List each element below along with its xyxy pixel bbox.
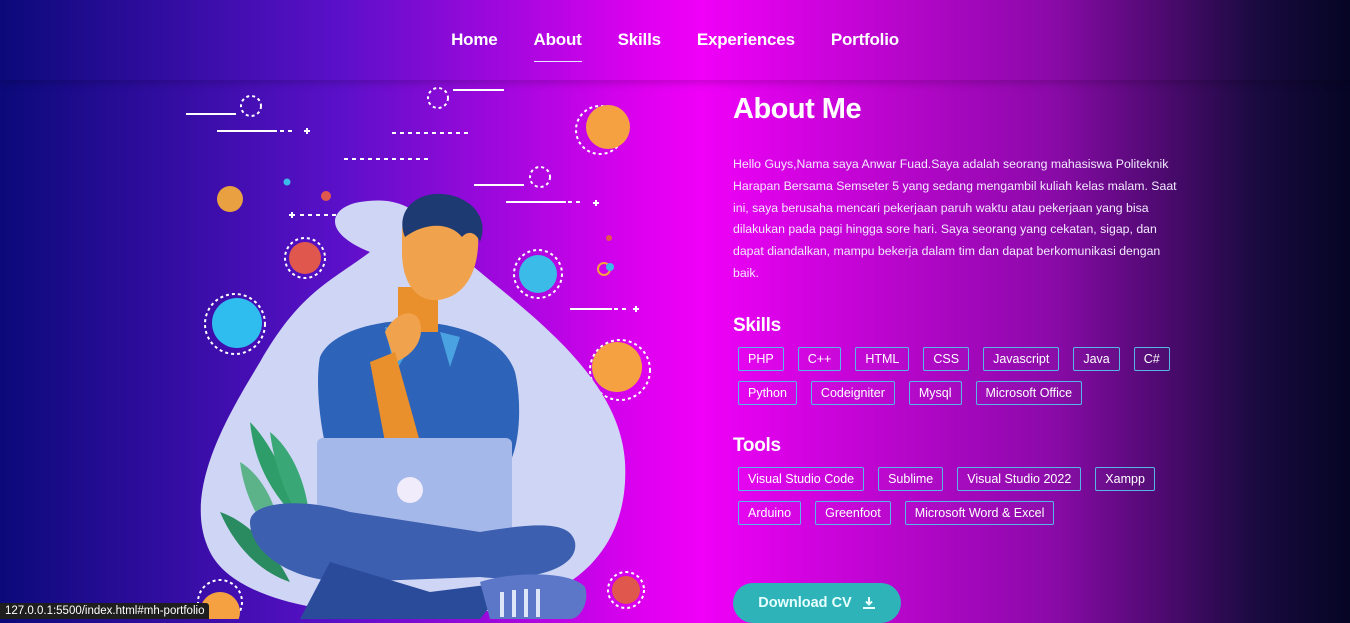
- download-cv-label: Download CV: [758, 595, 852, 611]
- nav-home[interactable]: Home: [451, 24, 498, 56]
- tool-tag[interactable]: Sublime: [878, 466, 944, 491]
- skill-tag[interactable]: Java: [1073, 346, 1120, 371]
- skill-tag[interactable]: Microsoft Office: [975, 380, 1083, 405]
- status-bar-url: 127.0.0.1:5500/index.html#mh-portfolio: [0, 603, 210, 619]
- skill-tag[interactable]: C++: [797, 346, 842, 371]
- tools-tags: Visual Studio Code Sublime Visual Studio…: [733, 466, 1188, 525]
- skill-tag[interactable]: PHP: [738, 346, 784, 371]
- download-cv-button[interactable]: Download CV: [733, 583, 901, 623]
- download-icon: [862, 597, 875, 609]
- shoe: [480, 574, 587, 619]
- about-title: About Me: [733, 93, 862, 125]
- nav-skills[interactable]: Skills: [618, 24, 661, 56]
- skill-tag[interactable]: Codeigniter: [810, 380, 895, 405]
- skill-tag[interactable]: HTML: [855, 346, 910, 371]
- nav-experiences[interactable]: Experiences: [697, 24, 795, 56]
- nav-portfolio[interactable]: Portfolio: [831, 24, 899, 56]
- laptop-logo: [397, 477, 423, 503]
- skill-tag[interactable]: C#: [1133, 346, 1170, 371]
- nav-about[interactable]: About: [533, 24, 582, 62]
- skill-tag[interactable]: Javascript: [983, 346, 1060, 371]
- skill-tag[interactable]: Mysql: [908, 380, 962, 405]
- skills-tags: PHP C++ HTML CSS Javascript Java C# Pyth…: [733, 346, 1188, 405]
- tool-tag[interactable]: Arduino: [738, 500, 802, 525]
- tool-tag[interactable]: Greenfoot: [815, 500, 891, 525]
- skill-tag[interactable]: CSS: [923, 346, 970, 371]
- tool-tag[interactable]: Visual Studio 2022: [957, 466, 1082, 491]
- top-navbar: Home About Skills Experiences Portfolio: [0, 0, 1350, 80]
- tools-heading: Tools: [733, 434, 781, 456]
- skill-tag[interactable]: Python: [738, 380, 797, 405]
- developer-illustration: [186, 87, 651, 619]
- tool-tag[interactable]: Visual Studio Code: [738, 466, 865, 491]
- tool-tag[interactable]: Microsoft Word & Excel: [904, 500, 1055, 525]
- about-section: About Me Hello Guys,Nama saya Anwar Fuad…: [733, 93, 1183, 525]
- skills-heading: Skills: [733, 314, 781, 336]
- about-paragraph: Hello Guys,Nama saya Anwar Fuad.Saya ada…: [733, 157, 1177, 280]
- tool-tag[interactable]: Xampp: [1095, 466, 1155, 491]
